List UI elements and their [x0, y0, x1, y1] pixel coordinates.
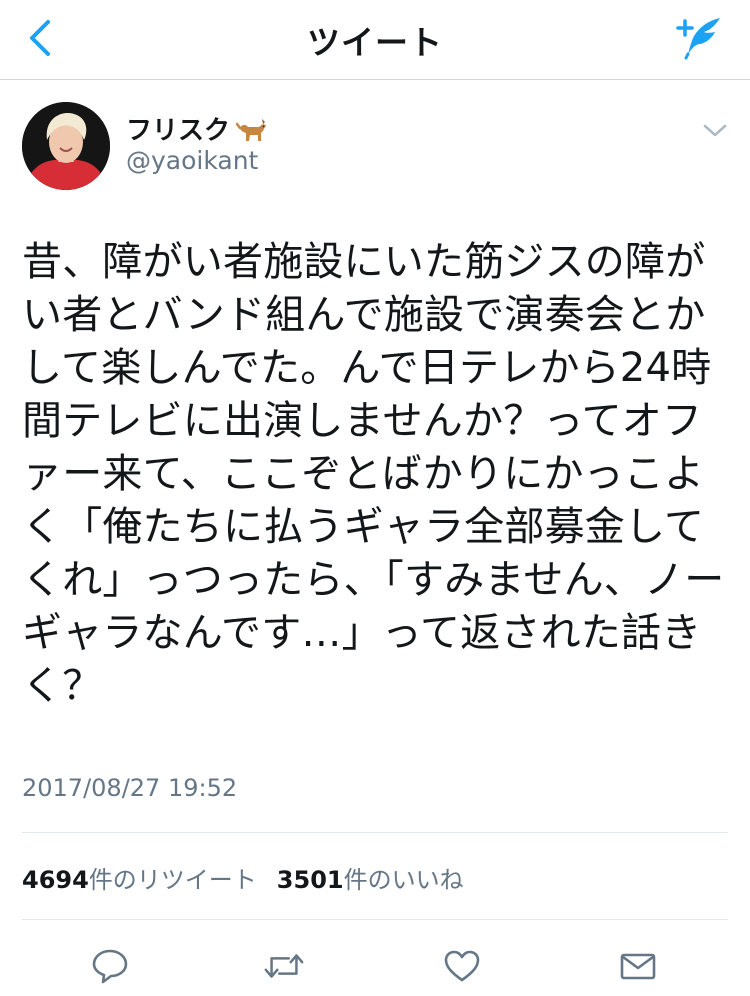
avatar[interactable]	[22, 102, 110, 190]
direct-message-button[interactable]	[616, 946, 660, 986]
divider	[22, 832, 728, 833]
retweet-button[interactable]	[262, 946, 306, 986]
tweet-timestamp: 2017/08/27 19:52	[22, 774, 238, 802]
like-button[interactable]	[440, 946, 484, 986]
compose-feather-icon	[676, 18, 720, 60]
top-nav-bar: ツイート	[0, 0, 750, 80]
tweet-stats: 4694件のリツイート 3501件のいいね	[22, 860, 464, 895]
avatar-image	[22, 102, 110, 190]
heart-icon	[444, 950, 480, 982]
user-name[interactable]: フリスク	[126, 110, 268, 147]
tweet-header: フリスク @yaoikant	[0, 80, 750, 210]
chevron-down-icon	[703, 124, 727, 137]
retweets-label: 件のリツイート	[88, 866, 257, 894]
page-title: ツイート	[307, 23, 443, 62]
tweet-action-bar	[0, 940, 750, 996]
reply-icon	[92, 949, 128, 984]
user-display-name: フリスク	[126, 116, 231, 146]
retweet-icon	[264, 954, 304, 978]
likes-count: 3501	[276, 866, 344, 894]
user-handle[interactable]: @yaoikant	[126, 146, 258, 175]
tweet-menu-button[interactable]	[700, 118, 730, 142]
reply-button[interactable]	[88, 946, 132, 986]
retweets-count: 4694	[22, 866, 89, 894]
retweets-stat[interactable]: 4694件のリツイート	[22, 860, 257, 895]
envelope-icon	[620, 953, 656, 980]
tweet-text: 昔、障がい者施設にいた筋ジスの障がい者とバンド組んで施設で演奏会とかして楽しんで…	[22, 239, 725, 709]
compose-tweet-button[interactable]	[672, 12, 728, 62]
dog-icon	[236, 118, 267, 141]
divider	[22, 919, 728, 920]
likes-stat[interactable]: 3501件のいいね	[277, 860, 464, 895]
likes-label: 件のいいね	[343, 866, 464, 894]
